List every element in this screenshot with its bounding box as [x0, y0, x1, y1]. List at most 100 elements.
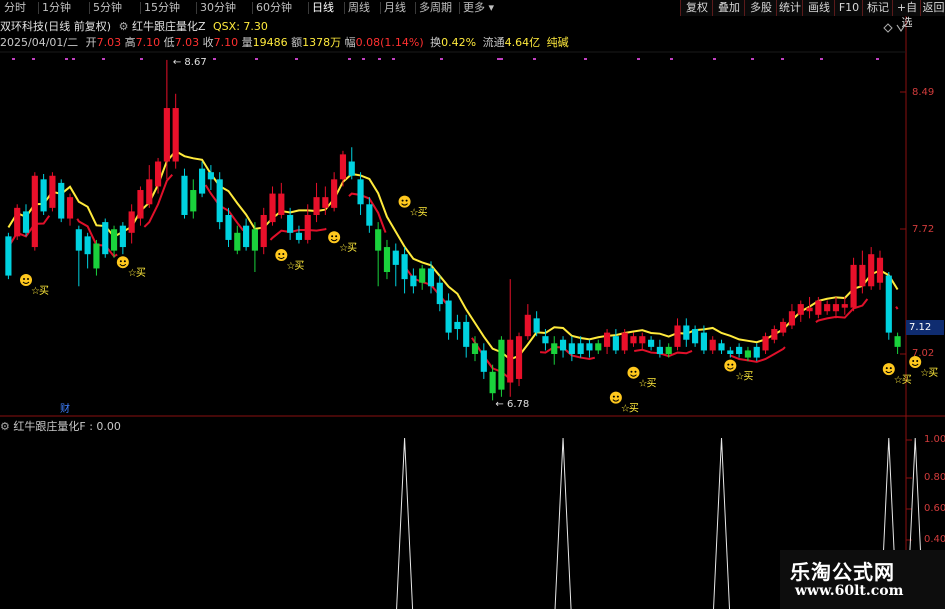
period-dot — [392, 58, 395, 60]
candle-body — [568, 343, 575, 354]
period-dot — [295, 58, 298, 60]
float-label: 流通 — [482, 36, 505, 49]
toolbar-button-5[interactable]: F10 — [834, 0, 863, 16]
tab-4[interactable]: 30分钟 — [200, 1, 236, 15]
period-dot — [102, 58, 105, 60]
period-dot — [255, 58, 258, 60]
buy-face-eye — [401, 199, 404, 202]
period-dot — [500, 58, 503, 60]
candle-body — [419, 268, 426, 283]
toolbar-button-7[interactable]: +自选 — [892, 0, 921, 29]
tab-10[interactable]: 更多 ▾ — [463, 1, 494, 15]
candle-body — [454, 321, 461, 330]
candle-body — [753, 346, 760, 358]
toolbar-button-6[interactable]: 标记 — [862, 0, 893, 16]
toolbar-button-2[interactable]: 多股 — [744, 0, 777, 16]
candle-body — [841, 304, 848, 308]
candle-body — [480, 350, 487, 372]
buy-face-eye — [612, 395, 615, 398]
candle-body — [727, 350, 734, 354]
candle-body — [885, 275, 892, 333]
high-annotation: ← 8.67 — [173, 57, 207, 68]
candle-body — [824, 304, 831, 312]
candle-body — [392, 250, 399, 265]
turnover-label: 换 — [430, 36, 442, 49]
buy-face-icon — [20, 274, 33, 287]
buy-label: 买 — [294, 260, 304, 272]
tab-2[interactable]: 5分钟 — [93, 1, 122, 15]
toolbar-button-4[interactable]: 画线 — [802, 0, 835, 16]
candle-body — [287, 214, 294, 233]
lower-tick-3: 0.60 — [924, 503, 945, 514]
candle-body — [199, 168, 206, 194]
period-dot — [670, 58, 673, 60]
tab-9[interactable]: 多周期 — [419, 1, 452, 15]
quote-date: 2025/04/01/二 — [0, 36, 79, 49]
toolbar-button-1[interactable]: 叠加 — [712, 0, 745, 16]
tab-6[interactable]: 日线 — [312, 1, 334, 15]
buy-label: 买 — [928, 367, 938, 379]
candle-body — [58, 182, 65, 219]
period-dot — [533, 58, 536, 60]
candle-body — [674, 325, 681, 347]
buy-face-eye — [889, 367, 892, 370]
candle-body — [110, 229, 118, 251]
tab-0[interactable]: 分时 — [4, 1, 26, 15]
buy-face-eye — [331, 235, 334, 238]
lower-tick-2: 0.80 — [924, 472, 945, 483]
candle-body — [154, 161, 162, 187]
candle-body — [683, 325, 690, 340]
tab-7[interactable]: 周线 — [348, 1, 370, 15]
quote-row: 2025/04/01/二 开7.03 高7.10 低7.03 收7.10 量19… — [0, 36, 569, 50]
candle-body — [603, 332, 611, 347]
candle-body — [401, 254, 408, 280]
period-dot — [584, 58, 587, 60]
buy-face-eye — [634, 370, 637, 373]
period-dot — [65, 58, 68, 60]
buy-face-eye — [916, 360, 919, 362]
candle-body — [850, 264, 857, 308]
diamond-icon — [883, 23, 893, 33]
kline-chart[interactable]: ← 8.67← 6.78☆买☆买☆买☆买☆买☆买☆买☆买☆买☆买☆买财 — [0, 0, 945, 609]
lower-tick-4: 0.40 — [924, 534, 945, 545]
buy-face-icon — [328, 231, 341, 244]
candle-body — [718, 343, 725, 351]
volume-value: 19486 — [252, 36, 288, 49]
buy-label: 买 — [646, 378, 656, 390]
candle-body — [559, 339, 567, 351]
toolbar-button-3[interactable]: 统计 — [776, 0, 803, 16]
buy-face-icon — [724, 359, 737, 372]
tab-8[interactable]: 月线 — [384, 1, 406, 15]
tab-3[interactable]: 15分钟 — [144, 1, 180, 15]
signal-spike — [554, 437, 572, 609]
candle-body — [146, 179, 153, 205]
gear-icon[interactable]: ⚙ — [0, 420, 10, 433]
tab-1[interactable]: 1分钟 — [42, 1, 71, 15]
candle-body — [357, 179, 364, 205]
candle-body — [463, 321, 470, 347]
candle-body — [304, 214, 311, 240]
candle-body — [383, 247, 391, 273]
candle-body — [648, 339, 655, 347]
candle-body — [66, 197, 74, 219]
tab-5[interactable]: 60分钟 — [256, 1, 292, 15]
candle-body — [507, 339, 514, 383]
open-value: 7.03 — [96, 36, 122, 49]
float-value: 4.64亿 — [504, 36, 541, 49]
candle-body — [859, 264, 866, 287]
buy-face-icon — [609, 391, 622, 404]
candle-body — [216, 179, 223, 223]
signal-spike — [713, 437, 731, 609]
sector-tag[interactable]: 纯碱 — [547, 36, 569, 49]
toolbar-button-8[interactable]: 返回 — [920, 0, 945, 16]
gear-icon[interactable]: ⚙ — [119, 20, 129, 33]
candle-body — [375, 229, 382, 251]
open-label: 开 — [85, 36, 97, 49]
candle-body — [595, 343, 602, 351]
candle-body — [586, 343, 593, 351]
buy-face-icon — [116, 256, 129, 269]
toolbar-button-0[interactable]: 复权 — [680, 0, 713, 16]
candle-body — [780, 321, 787, 333]
change-value: 0.08(1.14%) — [355, 36, 424, 49]
candle-body — [40, 179, 47, 212]
